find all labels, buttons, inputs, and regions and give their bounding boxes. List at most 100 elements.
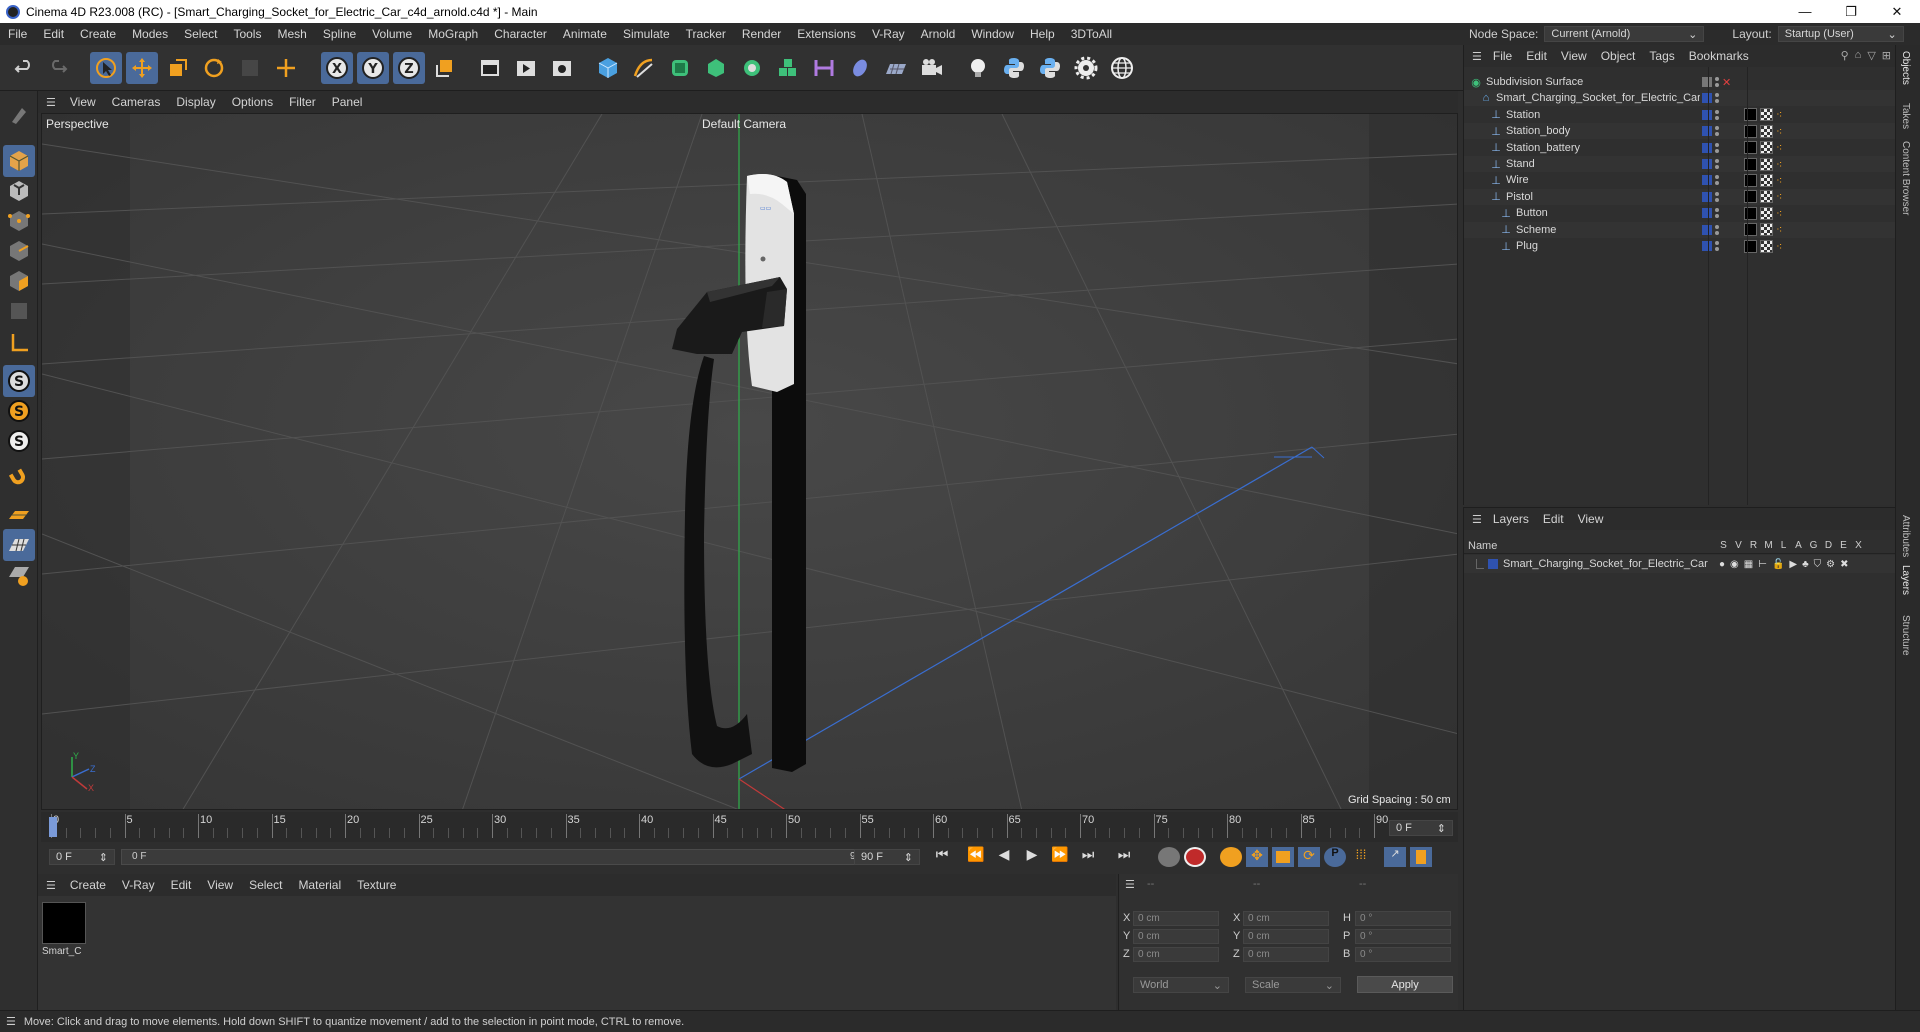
material-menu-view[interactable]: View xyxy=(199,878,241,892)
object-row[interactable]: ⊥ Stand ⁖ xyxy=(1464,156,1896,172)
hamburger-icon[interactable]: ☰ xyxy=(46,879,56,892)
menu-create[interactable]: Create xyxy=(72,27,124,41)
object-name[interactable]: Station xyxy=(1506,109,1700,121)
object-row[interactable]: ⊥ Plug ⁖ xyxy=(1464,238,1896,254)
layer-menu-edit[interactable]: Edit xyxy=(1536,512,1571,526)
snap-settings-button[interactable]: S xyxy=(3,395,35,427)
viewport-menu-filter[interactable]: Filter xyxy=(281,95,324,109)
layer-column-header[interactable]: X xyxy=(1851,540,1866,551)
tab-attributes[interactable]: Attributes xyxy=(1900,515,1911,557)
position-field[interactable]: 0 cm xyxy=(1133,929,1219,944)
menu-window[interactable]: Window xyxy=(963,27,1022,41)
position-field[interactable]: 0 cm xyxy=(1133,911,1219,926)
globe-button[interactable] xyxy=(1106,52,1138,84)
floor-object-button[interactable] xyxy=(880,52,912,84)
phong-tag-icon[interactable]: ⁖ xyxy=(1776,223,1782,236)
move-tool-button[interactable] xyxy=(126,52,158,84)
autokey-icon[interactable] xyxy=(1184,847,1206,867)
menu-select[interactable]: Select xyxy=(176,27,225,41)
hamburger-icon[interactable]: ☰ xyxy=(46,96,56,109)
viewport-menu-cameras[interactable]: Cameras xyxy=(104,95,169,109)
y-axis-lock-button[interactable]: Y xyxy=(357,52,389,84)
x-axis-lock-button[interactable]: X xyxy=(321,52,353,84)
tab-content-browser[interactable]: Content Browser xyxy=(1900,141,1911,215)
layer-color-swatch[interactable] xyxy=(1488,559,1498,569)
viewport-menu-view[interactable]: View xyxy=(62,95,104,109)
settings-gear-button[interactable] xyxy=(1070,52,1102,84)
viewport-menu-panel[interactable]: Panel xyxy=(324,95,371,109)
edges-mode-button[interactable] xyxy=(3,235,35,267)
visibility-dots-icon[interactable] xyxy=(1715,93,1719,104)
layer-column-header[interactable]: R xyxy=(1746,540,1761,551)
layer-color-swatch[interactable] xyxy=(1702,126,1712,137)
uvw-tag-icon[interactable] xyxy=(1760,157,1773,171)
uvw-tag-icon[interactable] xyxy=(1760,206,1773,220)
menu-spline[interactable]: Spline xyxy=(315,27,364,41)
material-menu-vray[interactable]: V-Ray xyxy=(114,878,163,892)
layer-menu-layers[interactable]: Layers xyxy=(1486,512,1536,526)
filter-icon[interactable]: ▽ xyxy=(1867,49,1875,62)
rotation-field[interactable]: 0 ° xyxy=(1355,947,1451,962)
z-axis-lock-button[interactable]: Z xyxy=(393,52,425,84)
coordinate-system-button[interactable] xyxy=(429,52,461,84)
menu-character[interactable]: Character xyxy=(486,27,555,41)
tab-takes[interactable]: Takes xyxy=(1900,103,1911,129)
hamburger-icon[interactable]: ☰ xyxy=(1472,513,1482,526)
hamburger-icon[interactable]: ☰ xyxy=(1472,50,1482,63)
visibility-dots-icon[interactable] xyxy=(1715,241,1719,251)
object-name[interactable]: Pistol xyxy=(1506,191,1700,203)
scale-mode-dropdown[interactable]: Scale ⌄ xyxy=(1245,977,1341,993)
object-name[interactable]: Scheme xyxy=(1516,224,1700,236)
object-name[interactable]: Button xyxy=(1516,207,1700,219)
coordinate-mode-dropdown[interactable]: World ⌄ xyxy=(1133,977,1229,993)
layer-column-header[interactable]: D xyxy=(1821,540,1836,551)
object-row[interactable]: ⊥ Wire ⁖ xyxy=(1464,172,1896,188)
mograph-fracture-button[interactable] xyxy=(772,52,804,84)
layer-column-header[interactable]: E xyxy=(1836,540,1851,551)
menu-file[interactable]: File xyxy=(0,27,35,41)
end-frame-field[interactable]: 90 F ⇕ xyxy=(854,849,920,865)
visibility-dots-icon[interactable] xyxy=(1715,208,1719,219)
tab-structure[interactable]: Structure xyxy=(1900,615,1911,656)
material-tag-icon[interactable] xyxy=(1744,206,1757,220)
scale-tool-button[interactable] xyxy=(162,52,194,84)
menu-help[interactable]: Help xyxy=(1022,27,1063,41)
rotation-field[interactable]: 0 ° xyxy=(1355,911,1451,926)
object-row[interactable]: ⌂ Smart_Charging_Socket_for_Electric_Car xyxy=(1464,90,1896,107)
phong-tag-icon[interactable]: ⁖ xyxy=(1776,190,1782,203)
menu-tracker[interactable]: Tracker xyxy=(678,27,734,41)
recent-tool-button[interactable] xyxy=(234,52,266,84)
make-editable-button[interactable] xyxy=(3,99,35,131)
layer-color-swatch[interactable] xyxy=(1702,241,1712,251)
visibility-dots-icon[interactable] xyxy=(1715,224,1719,235)
python-script-button[interactable] xyxy=(998,52,1030,84)
subdivision-surface-button[interactable] xyxy=(664,52,696,84)
uvw-tag-icon[interactable] xyxy=(1760,223,1773,237)
deformer-icon[interactable]: ⛉ xyxy=(1814,559,1822,570)
edit-check-icon[interactable] xyxy=(1702,77,1712,87)
phong-tag-icon[interactable]: ⁖ xyxy=(1776,125,1782,138)
undo-button[interactable] xyxy=(8,52,40,84)
expression-icon[interactable]: ⚙ xyxy=(1826,559,1835,570)
search-icon[interactable]: ⚲ xyxy=(1841,49,1849,62)
uvw-tag-icon[interactable] xyxy=(1760,108,1773,122)
material-tag-icon[interactable] xyxy=(1744,157,1757,171)
render-settings-button[interactable] xyxy=(546,52,578,84)
object-name[interactable]: Station_body xyxy=(1506,125,1700,137)
disabled-x-icon[interactable]: ✕ xyxy=(1722,76,1731,89)
next-frame-icon[interactable]: ⏩ xyxy=(1049,846,1071,863)
menu-arnold[interactable]: Arnold xyxy=(913,27,964,41)
hamburger-icon[interactable]: ☰ xyxy=(1125,878,1135,891)
size-field[interactable]: 0 cm xyxy=(1243,911,1329,926)
layer-column-header[interactable]: M xyxy=(1761,540,1776,551)
visibility-dots-icon[interactable] xyxy=(1715,159,1719,169)
object-row[interactable]: ⊥ Scheme ⁖ xyxy=(1464,221,1896,238)
frame-range-slider[interactable]: 0 F 90 F xyxy=(121,849,885,865)
parameter-key-icon[interactable]: P xyxy=(1324,847,1346,867)
render-clapboard-icon[interactable]: ▦ xyxy=(1744,559,1753,570)
solo-dot-icon[interactable]: ● xyxy=(1719,559,1725,570)
magnet-button[interactable] xyxy=(3,463,35,495)
viewport-menu-display[interactable]: Display xyxy=(168,95,223,109)
visibility-dots-icon[interactable] xyxy=(1715,109,1719,120)
layout-dropdown[interactable]: Startup (User) ⌄ xyxy=(1777,26,1904,42)
